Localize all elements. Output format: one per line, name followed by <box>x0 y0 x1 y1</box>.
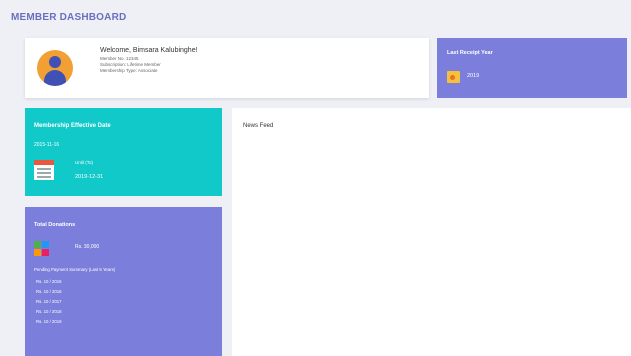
membership-title: Membership Effective Date <box>34 123 111 129</box>
last-receipt-card: Last Receipt Year 2019 <box>437 38 627 98</box>
membership-end-date: 2019-12-31 <box>75 174 104 180</box>
list-item: Rs. 10 / 2018 <box>36 309 62 314</box>
membership-card: Membership Effective Date 2015-11-16 Unt… <box>25 108 222 196</box>
donations-amount: Rs. 30,000 <box>75 244 100 250</box>
news-feed-title: News Feed <box>243 123 274 129</box>
avatar <box>37 50 73 86</box>
chart-icon <box>34 241 50 257</box>
pending-payment-list: Rs. 10 / 2015 Rs. 10 / 2016 Rs. 10 / 201… <box>36 277 62 327</box>
avatar-body-shape <box>44 70 66 86</box>
list-item: Rs. 10 / 2019 <box>36 319 62 324</box>
welcome-card: Welcome, Bimsara Kalubinghe! Member No. … <box>25 38 429 98</box>
donations-title: Total Donations <box>34 222 76 228</box>
membership-end-label: Until (To) <box>75 160 94 165</box>
avatar-head-shape <box>49 56 61 68</box>
membership-start-date: 2015-11-16 <box>34 142 60 148</box>
last-receipt-value: 2019 <box>467 73 480 79</box>
list-item: Rs. 10 / 2016 <box>36 289 62 294</box>
receipt-icon <box>447 71 460 83</box>
calendar-icon <box>34 160 54 180</box>
welcome-text: Welcome, Bimsara Kalubinghe! Member No. … <box>100 47 198 74</box>
page-title: MEMBER DASHBOARD <box>11 12 127 23</box>
welcome-greeting: Welcome, Bimsara Kalubinghe! <box>100 47 198 54</box>
news-feed-panel: News Feed <box>232 108 631 356</box>
welcome-detail: Membership Type: Associate <box>100 68 158 73</box>
list-item: Rs. 10 / 2015 <box>36 279 62 284</box>
list-item: Rs. 10 / 2017 <box>36 299 62 304</box>
donations-note: Pending Payment Summary (Last 5 Years) <box>34 267 116 272</box>
donations-card: Total Donations Rs. 30,000 Pending Payme… <box>25 207 222 356</box>
last-receipt-title: Last Receipt Year <box>447 50 493 56</box>
